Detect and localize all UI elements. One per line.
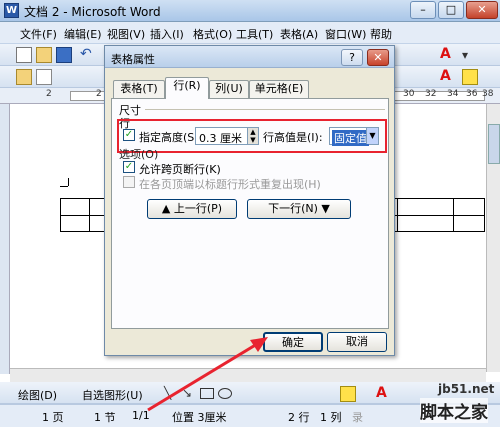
annotation-arrow-icon	[147, 337, 268, 412]
tab-row[interactable]: 行(R)	[165, 77, 209, 99]
